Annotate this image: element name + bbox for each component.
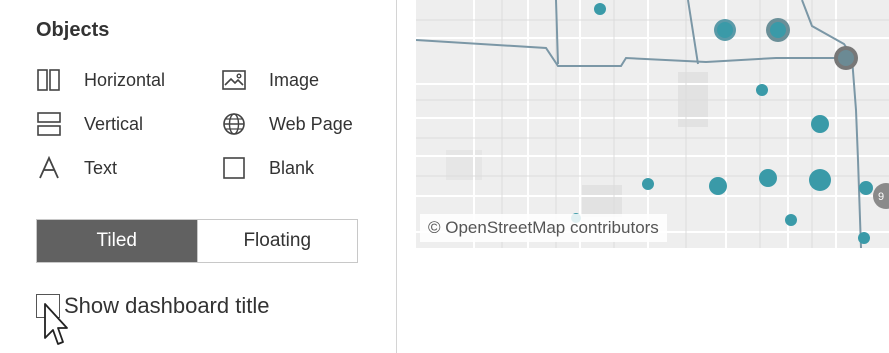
image-icon: [221, 68, 247, 92]
objects-title: Objects: [36, 19, 110, 41]
objects-panel: Objects Horizontal Image Vertical Web Pa…: [0, 0, 397, 353]
object-label: Text: [84, 157, 118, 178]
map-view[interactable]: 9 © OpenStreetMap contributors: [416, 0, 889, 248]
tiled-button[interactable]: Tiled: [37, 220, 197, 262]
globe-icon: [221, 112, 247, 136]
floating-button[interactable]: Floating: [196, 220, 357, 262]
object-blank[interactable]: Blank: [221, 156, 314, 180]
show-title-row[interactable]: Show dashboard title: [36, 293, 269, 319]
object-horizontal[interactable]: Horizontal: [36, 68, 165, 92]
show-title-label: Show dashboard title: [64, 293, 270, 318]
map-layer: 9: [416, 0, 889, 248]
object-label: Blank: [269, 157, 315, 178]
layout-toggle: Tiled Floating: [36, 219, 358, 263]
object-image[interactable]: Image: [221, 68, 319, 92]
object-label: Vertical: [84, 113, 144, 134]
object-web-page[interactable]: Web Page: [221, 112, 353, 136]
object-text[interactable]: Text: [36, 156, 117, 180]
object-vertical[interactable]: Vertical: [36, 112, 143, 136]
map-attribution[interactable]: © OpenStreetMap contributors: [420, 214, 667, 242]
horizontal-layout-icon: [36, 68, 62, 92]
object-label: Image: [269, 69, 320, 90]
text-icon: [36, 156, 62, 180]
svg-text:9: 9: [878, 191, 884, 203]
object-label: Horizontal: [84, 69, 166, 90]
vertical-layout-icon: [36, 112, 62, 136]
object-label: Web Page: [269, 113, 353, 134]
mouse-cursor-icon: [44, 303, 68, 345]
blank-icon: [221, 156, 247, 180]
